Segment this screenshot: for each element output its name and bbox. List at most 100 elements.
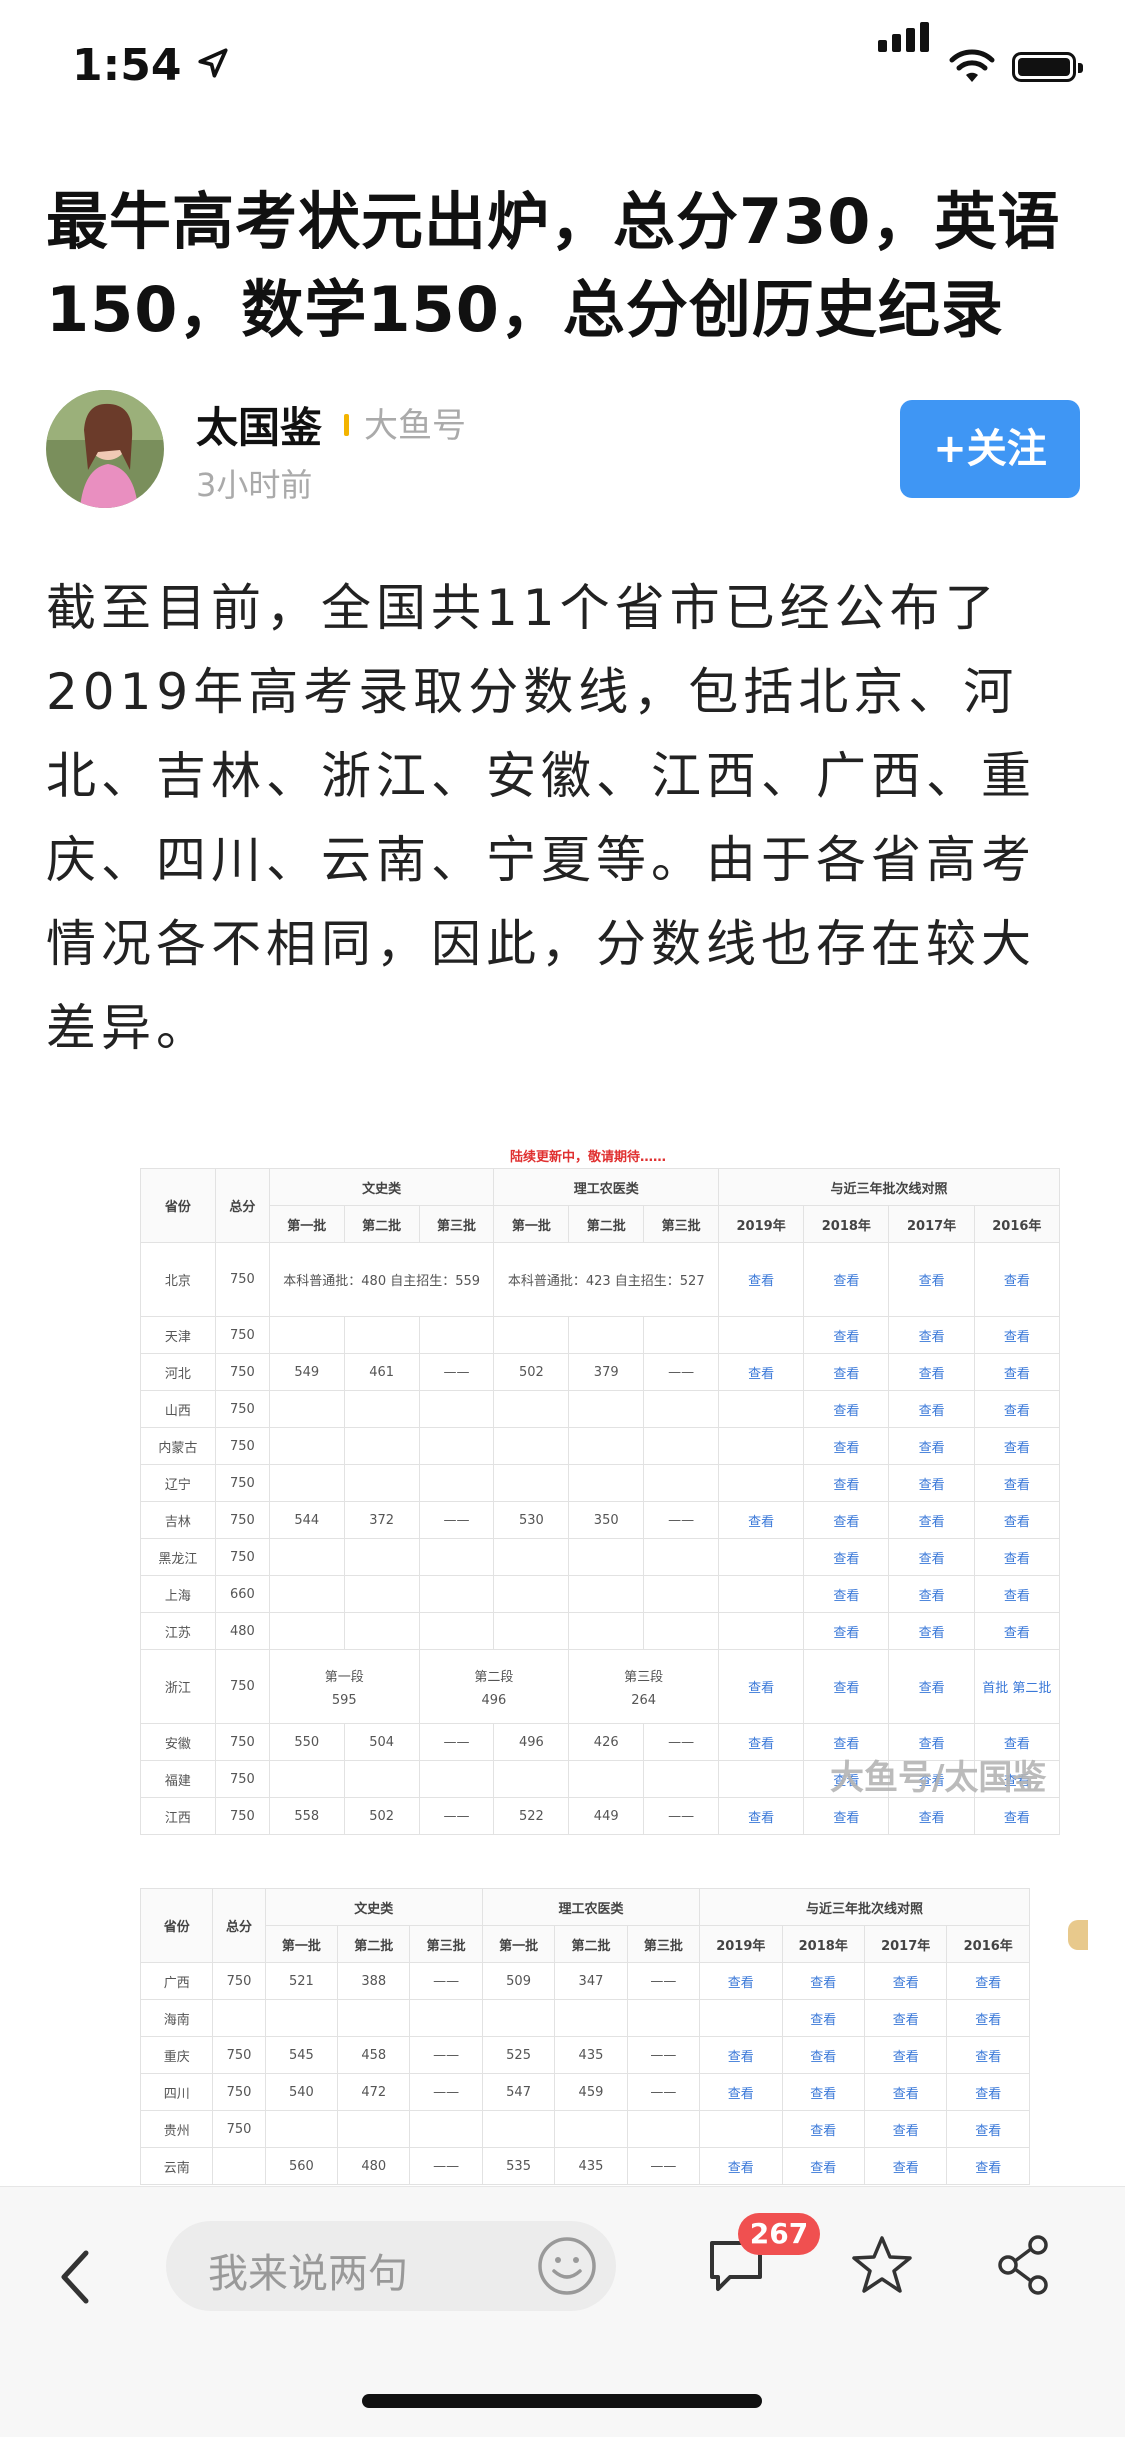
view-link-2018[interactable]: 查看 (803, 1353, 890, 1391)
cell-score (493, 1464, 570, 1502)
view-link-2017[interactable]: 查看 (888, 1353, 975, 1391)
view-link-2019[interactable]: 查看 (699, 2147, 783, 2185)
view-link-2018[interactable]: 查看 (803, 1316, 890, 1354)
table-row: 江苏 480 查看 查看 查看 (140, 1612, 1061, 1650)
view-link-2019[interactable]: 查看 (699, 2073, 783, 2111)
view-link-2017[interactable]: 查看 (888, 1316, 975, 1354)
header-compare: 与近三年批次线对照 (718, 1168, 1060, 1206)
view-link-2017[interactable]: 查看 (863, 2110, 948, 2148)
view-link-2018[interactable]: 查看 (781, 1999, 865, 2037)
cell-score (343, 1316, 420, 1354)
cell-score: 379 (568, 1353, 645, 1391)
comment-input[interactable]: 我来说两句 (166, 2221, 616, 2311)
star-favorite-icon[interactable] (850, 2233, 914, 2297)
cell-score (626, 1999, 701, 2037)
view-link-2019[interactable]: 查看 (699, 1962, 783, 2000)
view-link-2019[interactable]: 查看 (717, 1242, 805, 1317)
share-icon[interactable] (994, 2233, 1054, 2297)
view-link-2016[interactable]: 查看 (973, 1242, 1061, 1317)
header-sub: 第一批 (481, 1925, 556, 1963)
back-chevron-icon[interactable] (56, 2247, 96, 2307)
view-link-2016[interactable]: 首批 第二批 (973, 1649, 1061, 1724)
view-link-2016[interactable]: 查看 (973, 1427, 1061, 1465)
view-link-2018[interactable]: 查看 (803, 1797, 890, 1835)
view-link-2017[interactable]: 查看 (888, 1612, 975, 1650)
cell-score (643, 1575, 719, 1613)
view-link-2017[interactable]: 查看 (863, 2073, 948, 2111)
cell-province: 云南 (139, 2147, 214, 2185)
view-link-2017[interactable]: 查看 (888, 1797, 975, 1835)
view-link-2018[interactable]: 查看 (803, 1612, 890, 1650)
view-link-2017[interactable]: 查看 (888, 1538, 975, 1576)
view-link-2017[interactable]: 查看 (888, 1501, 975, 1539)
view-link-2016[interactable]: 查看 (946, 2147, 1030, 2185)
cell-empty (717, 1538, 805, 1576)
emoji-smile-icon[interactable] (536, 2235, 598, 2297)
view-link-2017[interactable]: 查看 (888, 1242, 975, 1317)
view-link-2019[interactable]: 查看 (717, 1353, 805, 1391)
view-link-2017[interactable]: 查看 (888, 1390, 975, 1428)
view-link-2019[interactable]: 查看 (717, 1723, 805, 1761)
view-link-2018[interactable]: 查看 (803, 1390, 890, 1428)
view-link-2019[interactable]: 查看 (717, 1797, 805, 1835)
cell-province: 吉林 (140, 1501, 216, 1539)
view-link-2016[interactable]: 查看 (973, 1797, 1061, 1835)
follow-button[interactable]: +关注 (900, 400, 1080, 498)
view-link-2018[interactable]: 查看 (803, 1464, 890, 1502)
table-notice: 陆续更新中，敬请期待…… (510, 1150, 667, 1165)
view-link-2016[interactable]: 查看 (946, 2073, 1030, 2111)
view-link-2018[interactable]: 查看 (803, 1427, 890, 1465)
cell-zhejiang-segment: 第一段 595 (268, 1649, 420, 1724)
view-link-2018[interactable]: 查看 (803, 1649, 890, 1724)
cell-province: 海南 (139, 1999, 214, 2037)
cell-score: 347 (554, 1962, 628, 2000)
score-table-image-2[interactable]: 省份 总分 文史类 理工农医类 与近三年批次线对照 第一批 第二批 第三批 第一批 第二批 第三批 2… (139, 1888, 1030, 2186)
view-link-2016[interactable]: 查看 (973, 1575, 1061, 1613)
view-link-2018[interactable]: 查看 (781, 2147, 865, 2185)
view-link-2018[interactable]: 查看 (803, 1575, 890, 1613)
view-link-2016[interactable]: 查看 (973, 1501, 1061, 1539)
view-link-2016[interactable]: 查看 (973, 1538, 1061, 1576)
header-sub: 第二批 (568, 1205, 645, 1243)
cell-total: 750 (212, 2036, 266, 2074)
view-link-2016[interactable]: 查看 (973, 1464, 1061, 1502)
author-name[interactable]: 太国鉴 (196, 394, 322, 455)
view-link-2016[interactable]: 查看 (973, 1316, 1061, 1354)
author-avatar[interactable] (46, 390, 164, 508)
view-link-2017[interactable]: 查看 (863, 1962, 948, 2000)
cell-score (264, 2110, 339, 2148)
view-link-2017[interactable]: 查看 (888, 1649, 975, 1724)
table-row: 内蒙古 750 查看 查看 查看 (140, 1427, 1061, 1465)
cell-score: —— (643, 1797, 719, 1835)
view-link-2017[interactable]: 查看 (863, 2147, 948, 2185)
view-link-2018[interactable]: 查看 (803, 1242, 890, 1317)
view-link-2017[interactable]: 查看 (888, 1427, 975, 1465)
header-sub: 第一批 (268, 1205, 345, 1243)
view-link-2016[interactable]: 查看 (946, 2110, 1030, 2148)
view-link-2018[interactable]: 查看 (781, 2036, 865, 2074)
view-link-2016[interactable]: 查看 (946, 1999, 1030, 2037)
cell-score: 458 (337, 2036, 411, 2074)
view-link-2016[interactable]: 查看 (946, 2036, 1030, 2074)
view-link-2017[interactable]: 查看 (888, 1575, 975, 1613)
score-table-image-1[interactable]: 陆续更新中，敬请期待…… 省份 总分 文史类 理工农医类 与近三年批次线对照 第一批 第二批… (140, 1140, 1061, 1835)
cell-score (337, 2110, 411, 2148)
view-link-2018[interactable]: 查看 (803, 1501, 890, 1539)
view-link-2017[interactable]: 查看 (888, 1464, 975, 1502)
view-link-2019[interactable]: 查看 (717, 1501, 805, 1539)
view-link-2016[interactable]: 查看 (973, 1612, 1061, 1650)
view-link-2018[interactable]: 查看 (781, 2073, 865, 2111)
cell-total (212, 1999, 266, 2037)
view-link-2019[interactable]: 查看 (699, 2036, 783, 2074)
view-link-2017[interactable]: 查看 (863, 1999, 948, 2037)
table-row: 辽宁 750 查看 查看 查看 (140, 1464, 1061, 1502)
view-link-2018[interactable]: 查看 (781, 1962, 865, 2000)
view-link-2016[interactable]: 查看 (946, 1962, 1030, 2000)
view-link-2016[interactable]: 查看 (973, 1390, 1061, 1428)
view-link-2018[interactable]: 查看 (781, 2110, 865, 2148)
header-sub: 2016年 (946, 1925, 1030, 1963)
view-link-2018[interactable]: 查看 (803, 1538, 890, 1576)
view-link-2016[interactable]: 查看 (973, 1353, 1061, 1391)
view-link-2017[interactable]: 查看 (863, 2036, 948, 2074)
view-link-2019[interactable]: 查看 (717, 1649, 805, 1724)
